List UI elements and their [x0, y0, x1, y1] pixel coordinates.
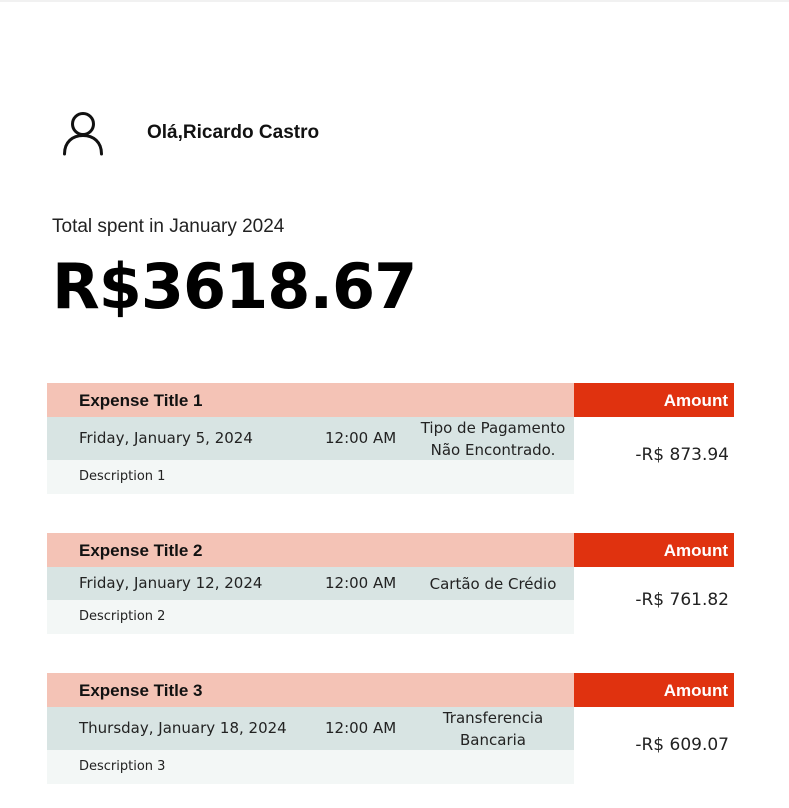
- expense-payment-method: Transferencia Bancaria: [442, 709, 544, 749]
- amount-header-bar: Amount: [574, 383, 734, 417]
- expense-payment-method: Tipo de Pagamento Não Encontrado.: [420, 419, 566, 459]
- top-divider: [0, 0, 789, 2]
- expense-title: Expense Title 2: [79, 541, 203, 560]
- expense-card[interactable]: Expense Title 2 Amount Friday, January 1…: [47, 533, 734, 634]
- amount-header-bar: Amount: [574, 673, 734, 707]
- expense-header: Expense Title 3 Amount: [47, 673, 734, 707]
- expense-info-row: Thursday, January 18, 2024 12:00 AM Tran…: [47, 707, 574, 750]
- expense-date: Friday, January 12, 2024: [79, 574, 263, 592]
- amount-header-bar: Amount: [574, 533, 734, 567]
- amount-header-label: Amount: [663, 391, 728, 410]
- expense-description: Description 3: [79, 759, 166, 774]
- expense-header: Expense Title 1 Amount: [47, 383, 734, 417]
- expense-description: Description 1: [79, 469, 166, 484]
- expense-amount: -R$ 761.82: [635, 590, 729, 610]
- user-greeting: Olá,Ricardo Castro: [62, 110, 319, 156]
- expense-payment-method: Cartão de Crédio: [429, 575, 557, 593]
- expense-title-bar: Expense Title 3: [47, 673, 574, 707]
- total-spent-label: Total spent in January 2024: [52, 216, 285, 237]
- expense-description-bar: Description 2: [47, 600, 574, 634]
- expense-time: 12:00 AM: [325, 429, 397, 447]
- amount-header-label: Amount: [663, 541, 728, 560]
- expense-info-row: Friday, January 12, 2024 12:00 AM Cartão…: [47, 567, 574, 600]
- expense-title-bar: Expense Title 1: [47, 383, 574, 417]
- total-spent-amount: R$3618.67: [52, 250, 417, 323]
- expense-description: Description 2: [79, 609, 166, 624]
- expense-amount: -R$ 873.94: [635, 445, 729, 465]
- expense-description-bar: Description 1: [47, 460, 574, 494]
- expense-description-bar: Description 3: [47, 750, 574, 784]
- user-outline-icon: [63, 112, 103, 156]
- expense-amount: -R$ 609.07: [635, 735, 729, 755]
- expense-card[interactable]: Expense Title 1 Amount Friday, January 5…: [47, 383, 734, 494]
- expense-card[interactable]: Expense Title 3 Amount Thursday, January…: [47, 673, 734, 784]
- expense-time: 12:00 AM: [325, 574, 397, 592]
- expense-title-bar: Expense Title 2: [47, 533, 574, 567]
- expense-info-row: Friday, January 5, 2024 12:00 AM Tipo de…: [47, 417, 574, 460]
- expense-header: Expense Title 2 Amount: [47, 533, 734, 567]
- expense-title: Expense Title 3: [79, 681, 203, 700]
- expense-report-page: Olá,Ricardo Castro Total spent in Januar…: [0, 0, 789, 808]
- expense-title: Expense Title 1: [79, 391, 203, 410]
- expense-date: Thursday, January 18, 2024: [79, 719, 287, 737]
- amount-header-label: Amount: [663, 681, 728, 700]
- expense-time: 12:00 AM: [325, 719, 397, 737]
- greeting-text: Olá,Ricardo Castro: [147, 122, 320, 143]
- expense-date: Friday, January 5, 2024: [79, 429, 253, 447]
